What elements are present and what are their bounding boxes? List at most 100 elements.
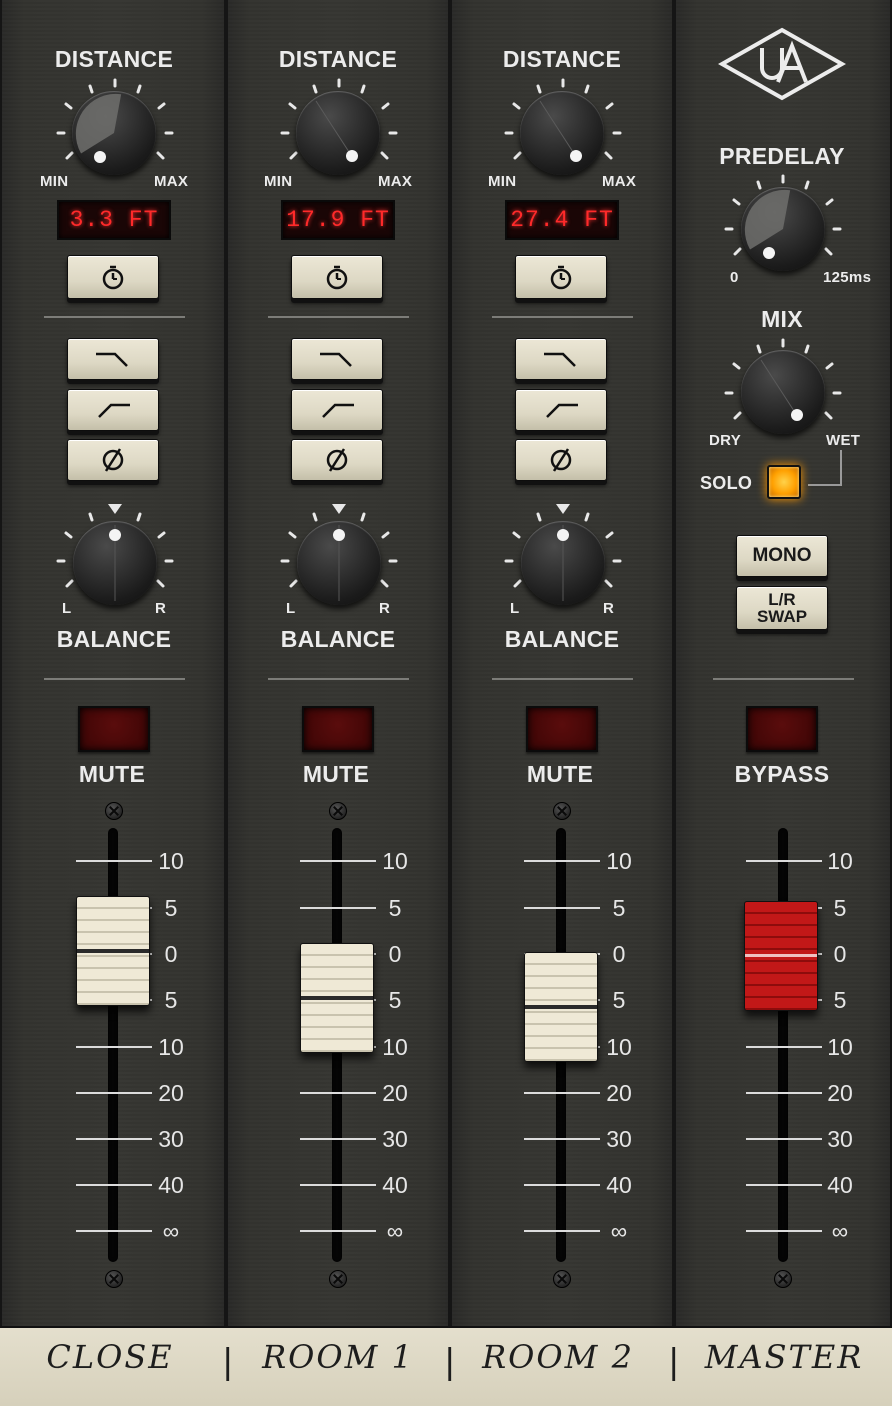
distance-label: DISTANCE — [54, 46, 174, 72]
balance-left-label: L — [510, 600, 520, 617]
predelay-label: PREDELAY — [719, 143, 845, 169]
section-divider — [492, 678, 633, 680]
balance-right-label: R — [379, 600, 391, 617]
distance-max-label: MAX — [602, 173, 637, 190]
bypass-label: BYPASS — [734, 761, 830, 787]
predelay-max-label: 125ms — [823, 269, 872, 286]
sync-button[interactable] — [67, 255, 159, 299]
distance-label: DISTANCE — [502, 46, 622, 72]
balance-right-label: R — [603, 600, 615, 617]
low-pass-filter-icon — [544, 352, 576, 367]
mute-button[interactable] — [526, 706, 598, 752]
sync-button[interactable] — [515, 255, 607, 299]
mono-button-label: MONO — [752, 545, 812, 566]
mix-dry-label: DRY — [709, 432, 742, 449]
mute-label: MUTE — [78, 761, 146, 787]
solo-button[interactable] — [767, 465, 801, 499]
channel-name-master: MASTER — [704, 1338, 864, 1376]
distance-knob[interactable] — [72, 91, 156, 175]
low-pass-button[interactable] — [291, 338, 383, 380]
balance-knob[interactable] — [73, 521, 157, 605]
solo-connector-line — [808, 450, 842, 486]
balance-label: BALANCE — [504, 626, 620, 652]
distance-knob[interactable] — [296, 91, 380, 175]
timer-icon — [102, 265, 124, 290]
distance-display: 27.4 FT — [505, 200, 619, 240]
distance-max-label: MAX — [378, 173, 413, 190]
balance-left-label: L — [286, 600, 296, 617]
phase-invert-button[interactable] — [67, 439, 159, 481]
phase-invert-icon — [102, 448, 124, 472]
fader-track[interactable] — [778, 828, 788, 1262]
balance-right-label: R — [155, 600, 167, 617]
low-pass-button[interactable] — [515, 338, 607, 380]
channel-name-close: CLOSE — [46, 1338, 174, 1376]
phase-invert-icon — [326, 448, 348, 472]
bypass-button[interactable] — [746, 706, 818, 752]
balance-label: BALANCE — [56, 626, 172, 652]
screw-icon — [329, 1270, 347, 1288]
fader-track[interactable] — [108, 828, 118, 1262]
distance-display: 17.9 FT — [281, 200, 395, 240]
balance-knob[interactable] — [297, 521, 381, 605]
timer-icon — [550, 265, 572, 290]
high-pass-filter-icon — [322, 403, 354, 418]
channel-fader-handle[interactable] — [524, 952, 598, 1062]
high-pass-button[interactable] — [515, 389, 607, 431]
mix-label: MIX — [761, 306, 803, 332]
distance-knob[interactable] — [520, 91, 604, 175]
screw-icon — [105, 1270, 123, 1288]
distance-label: DISTANCE — [278, 46, 398, 72]
mute-label: MUTE — [526, 761, 594, 787]
distance-min-label: MIN — [40, 173, 69, 190]
channel-name-room1: ROOM 1 — [262, 1338, 414, 1376]
high-pass-filter-icon — [98, 403, 130, 418]
low-pass-filter-icon — [96, 352, 128, 367]
phase-invert-button[interactable] — [291, 439, 383, 481]
universal-audio-logo-icon — [718, 27, 846, 101]
master-fader-handle[interactable] — [744, 901, 818, 1011]
channel-fader-handle[interactable] — [300, 943, 374, 1053]
phase-invert-icon — [550, 448, 572, 472]
channel-fader-handle[interactable] — [76, 896, 150, 1006]
mute-button[interactable] — [302, 706, 374, 752]
mix-knob[interactable] — [741, 350, 825, 434]
predelay-min-label: 0 — [730, 269, 739, 286]
screw-icon — [774, 1270, 792, 1288]
mute-button[interactable] — [78, 706, 150, 752]
solo-label: SOLO — [700, 473, 753, 493]
low-pass-button[interactable] — [67, 338, 159, 380]
lr-swap-button[interactable]: L/R SWAP — [736, 586, 828, 630]
section-divider — [713, 678, 854, 680]
lr-swap-label-line1: L/R — [768, 590, 796, 609]
high-pass-filter-icon — [546, 403, 578, 418]
balance-knob[interactable] — [521, 521, 605, 605]
screw-icon — [329, 802, 347, 820]
timer-icon — [326, 265, 348, 290]
distance-display: 3.3 FT — [57, 200, 171, 240]
mono-button[interactable]: MONO — [736, 535, 828, 577]
high-pass-button[interactable] — [291, 389, 383, 431]
distance-min-label: MIN — [264, 173, 293, 190]
screw-icon — [553, 1270, 571, 1288]
scribble-separator: | — [668, 1342, 680, 1382]
section-divider — [44, 316, 185, 318]
phase-invert-button[interactable] — [515, 439, 607, 481]
scribble-separator: | — [222, 1342, 234, 1382]
plugin-window: DISTANCE MIN MAX 3.3 FT L R BALANCE MUTE… — [0, 0, 892, 1406]
channel-name-room2: ROOM 2 — [482, 1338, 634, 1376]
lr-swap-label-line2: SWAP — [756, 607, 808, 626]
section-divider — [492, 316, 633, 318]
mute-label: MUTE — [302, 761, 370, 787]
distance-max-label: MAX — [154, 173, 189, 190]
section-divider — [44, 678, 185, 680]
screw-icon — [553, 802, 571, 820]
low-pass-filter-icon — [320, 352, 352, 367]
balance-label: BALANCE — [280, 626, 396, 652]
sync-button[interactable] — [291, 255, 383, 299]
high-pass-button[interactable] — [67, 389, 159, 431]
section-divider — [268, 316, 409, 318]
distance-min-label: MIN — [488, 173, 517, 190]
screw-icon — [105, 802, 123, 820]
predelay-knob[interactable] — [741, 187, 825, 271]
